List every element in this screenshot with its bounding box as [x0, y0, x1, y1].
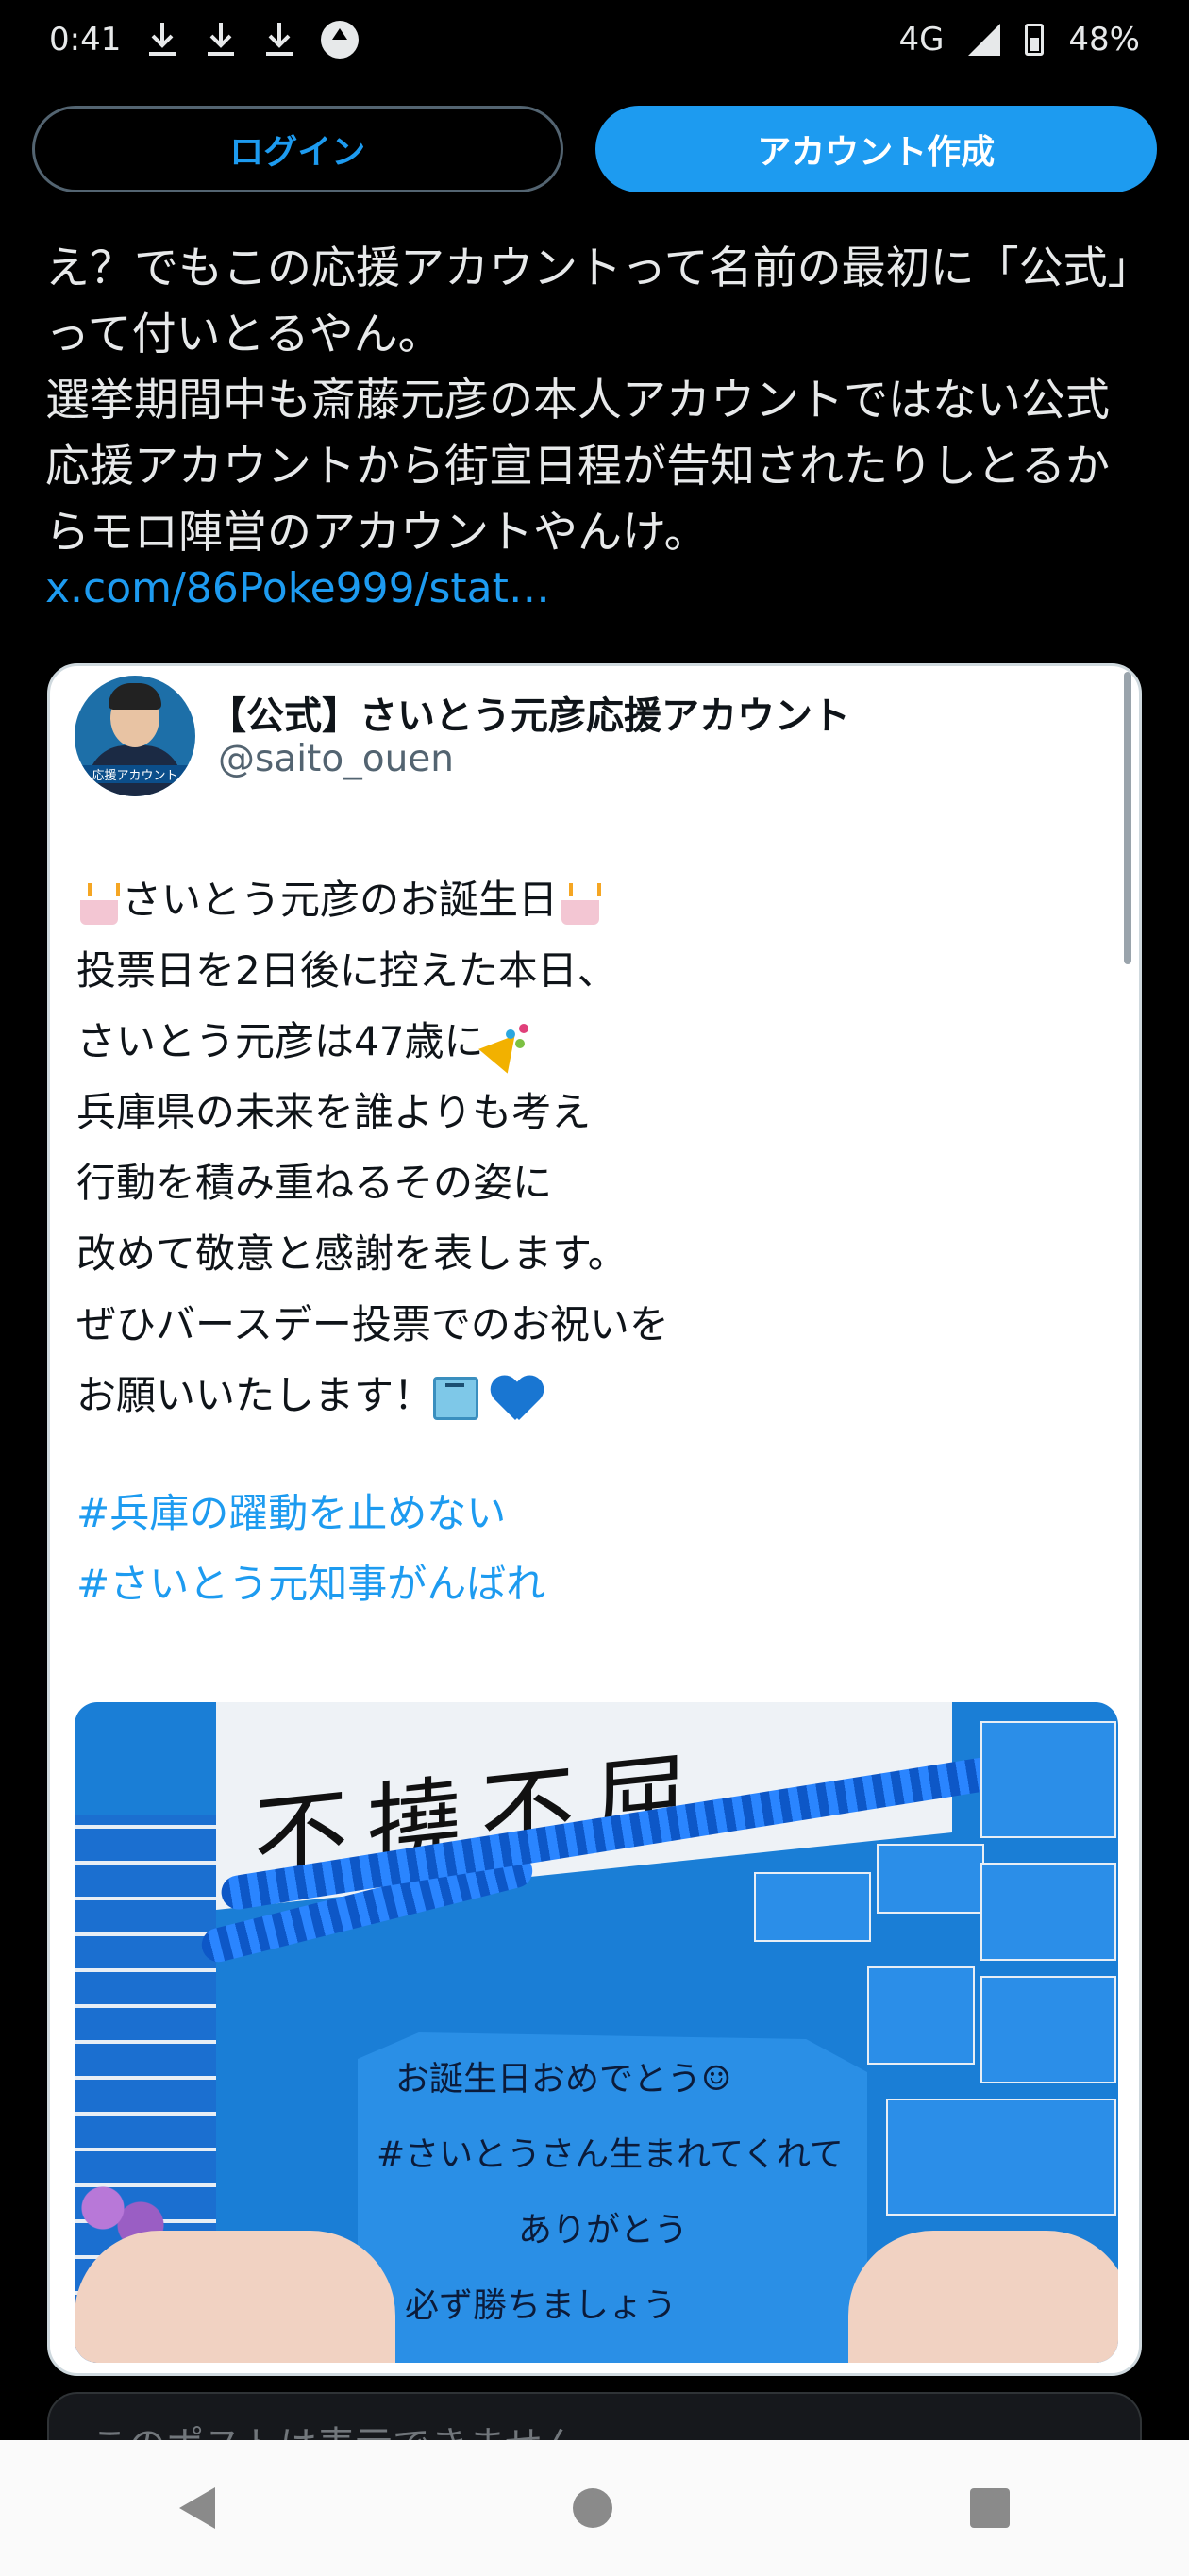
upload-icon	[321, 21, 360, 59]
quoted-line: お願いいたします！	[76, 1360, 1114, 1430]
message-card	[980, 1721, 1116, 1838]
cake-icon	[558, 881, 603, 925]
quoted-line: 兵庫県の未来を誰よりも考え	[76, 1089, 592, 1135]
home-icon[interactable]	[572, 2488, 612, 2528]
tweet-link[interactable]: x.com/86Poke999/stat…	[45, 564, 550, 612]
battery-icon	[1025, 24, 1045, 56]
quoted-line: 行動を積み重ねるその姿に	[76, 1160, 553, 1206]
hand	[75, 2231, 395, 2363]
message-card	[980, 1976, 1116, 2083]
note-line: 必ず勝ちましょう	[405, 2286, 678, 2325]
quoted-line: 改めて敬意と感謝を表します。	[76, 1230, 628, 1277]
create-account-button[interactable]: アカウント作成	[594, 106, 1157, 192]
download-icon	[149, 23, 176, 56]
cake-icon	[76, 881, 122, 925]
party-popper-icon	[483, 1022, 530, 1067]
quoted-display-name[interactable]: 【公式】さいとう元彦応援アカウント	[209, 685, 850, 740]
hand	[848, 2231, 1118, 2363]
message-card	[877, 1844, 984, 1914]
note-line: ありがとう	[518, 2211, 689, 2250]
scrollbar[interactable]	[1124, 672, 1131, 964]
network-type: 4G	[898, 21, 945, 59]
avatar-tag: 応援アカウント	[75, 765, 195, 783]
status-right: 4G 48%	[898, 21, 1140, 59]
message-card	[754, 1872, 871, 1942]
quoted-line-text: お願いいたします！	[76, 1372, 434, 1418]
quoted-post[interactable]: 応援アカウント 【公式】さいとう元彦応援アカウント @saito_ouen さい…	[47, 663, 1142, 2376]
download-icon	[266, 23, 293, 56]
quoted-line-text: さいとう元彦のお誕生日	[122, 877, 559, 923]
status-bar: 0:41 4G 48%	[0, 0, 1189, 79]
note-line: #さいとうさん生まれてくれて	[377, 2135, 844, 2174]
message-card	[980, 1863, 1116, 1961]
battery-level: 48%	[1068, 21, 1140, 59]
quoted-line-text: さいとう元彦は47歳に	[76, 1018, 484, 1064]
blue-heart-icon	[491, 1375, 544, 1422]
recent-apps-icon[interactable]	[970, 2488, 1011, 2528]
hashtags: #兵庫の躍動を止めない #さいとう元知事がんばれ	[76, 1478, 545, 1619]
message-card	[886, 2099, 1116, 2216]
message-card	[867, 1966, 975, 2065]
download-icon	[208, 23, 235, 56]
auth-bar: ログイン アカウント作成	[32, 106, 1157, 192]
quoted-line: さいとう元彦のお誕生日	[76, 864, 1114, 935]
status-left: 0:41	[49, 21, 360, 59]
clock: 0:41	[49, 21, 122, 59]
signal-icon	[968, 24, 1001, 56]
hashtag-link[interactable]: #兵庫の躍動を止めない	[76, 1478, 545, 1548]
quoted-line: さいとう元彦は47歳に	[76, 1006, 1114, 1077]
quoted-body: さいとう元彦のお誕生日 投票日を2日後に控えた本日、 さいとう元彦は47歳に 兵…	[76, 864, 1114, 1430]
quoted-line: 投票日を2日後に控えた本日、	[76, 947, 617, 994]
system-nav-bar	[0, 2440, 1189, 2576]
avatar[interactable]: 応援アカウント	[75, 676, 195, 796]
back-icon[interactable]	[178, 2487, 215, 2529]
login-button[interactable]: ログイン	[32, 106, 563, 192]
quoted-image[interactable]: 不撓不屈 お誕生日おめでとう☺ #さいとうさん生まれてくれて ありがとう 必ず勝…	[75, 1702, 1118, 2363]
avatar-hair	[109, 683, 161, 710]
note-line: お誕生日おめでとう☺	[395, 2060, 732, 2099]
ballot-box-icon	[433, 1376, 479, 1420]
tweet-text: え？でもこの応援アカウントって名前の最初に「公式」って付いとるやん。 選挙期間中…	[45, 243, 1130, 559]
hashtag-link[interactable]: #さいとう元知事がんばれ	[76, 1548, 545, 1619]
quoted-handle[interactable]: @saito_ouen	[218, 738, 454, 780]
quoted-line: ぜひバースデー投票でのお祝いを	[76, 1301, 669, 1347]
